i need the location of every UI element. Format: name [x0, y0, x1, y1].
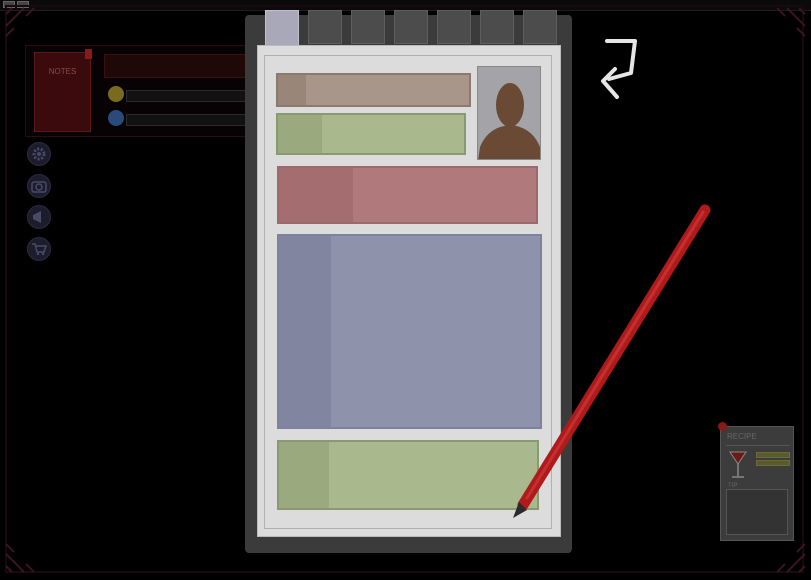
recipe-notes-box: [726, 489, 788, 535]
recipe-card[interactable]: RECIPE TIP: [718, 422, 794, 541]
pin-icon: [718, 422, 727, 431]
return-arrow-icon[interactable]: [597, 35, 643, 105]
silhouette-portrait-icon: [478, 83, 540, 159]
corner-ornament-icon: [776, 7, 806, 37]
corner-ornament-icon: [5, 7, 35, 37]
cart-icon: [32, 243, 47, 256]
notebook-tab[interactable]: [308, 10, 342, 44]
bookmark-icon: [85, 49, 92, 59]
notebook-tab[interactable]: [351, 10, 385, 44]
notebook-tab[interactable]: [523, 10, 557, 44]
notebook-tab[interactable]: [394, 10, 428, 44]
gold-coin-icon: [108, 86, 124, 102]
gear-icon: [32, 147, 46, 161]
field-shade: [279, 168, 353, 222]
notes-field[interactable]: [277, 440, 539, 510]
book-label: NOTES: [48, 67, 77, 76]
pencil-icon[interactable]: [505, 200, 725, 530]
stat-bar: [126, 114, 248, 126]
recipe-row: [726, 445, 790, 482]
settings-button[interactable]: [27, 142, 51, 166]
camera-icon: [31, 181, 47, 193]
cocktail-glass-icon: [729, 451, 747, 478]
name-bar: [104, 54, 248, 78]
camera-button[interactable]: [27, 174, 51, 198]
shop-button[interactable]: [27, 237, 51, 261]
ingredient-bar: [756, 460, 790, 466]
megaphone-icon: [33, 211, 41, 223]
field-shade: [278, 75, 306, 105]
name-field[interactable]: [276, 73, 471, 107]
notebook-tab[interactable]: [437, 10, 471, 44]
character-panel: NOTES: [25, 45, 248, 137]
announce-button[interactable]: [27, 205, 51, 229]
ingredient-bar: [756, 452, 790, 458]
trait-field[interactable]: [277, 166, 538, 224]
blue-coin-icon: [108, 110, 124, 126]
field-shade: [279, 236, 331, 427]
recipe-title: RECIPE: [727, 432, 757, 441]
description-field[interactable]: [277, 234, 542, 429]
field-shade: [278, 115, 322, 153]
stat-bar: [126, 90, 248, 102]
notes-book[interactable]: NOTES: [34, 49, 92, 132]
subtitle-field[interactable]: [276, 113, 466, 155]
field-shade: [279, 442, 329, 508]
notebook-tab[interactable]: [480, 10, 514, 44]
portrait-photo[interactable]: [477, 66, 541, 160]
corner-ornament-icon: [5, 543, 35, 573]
